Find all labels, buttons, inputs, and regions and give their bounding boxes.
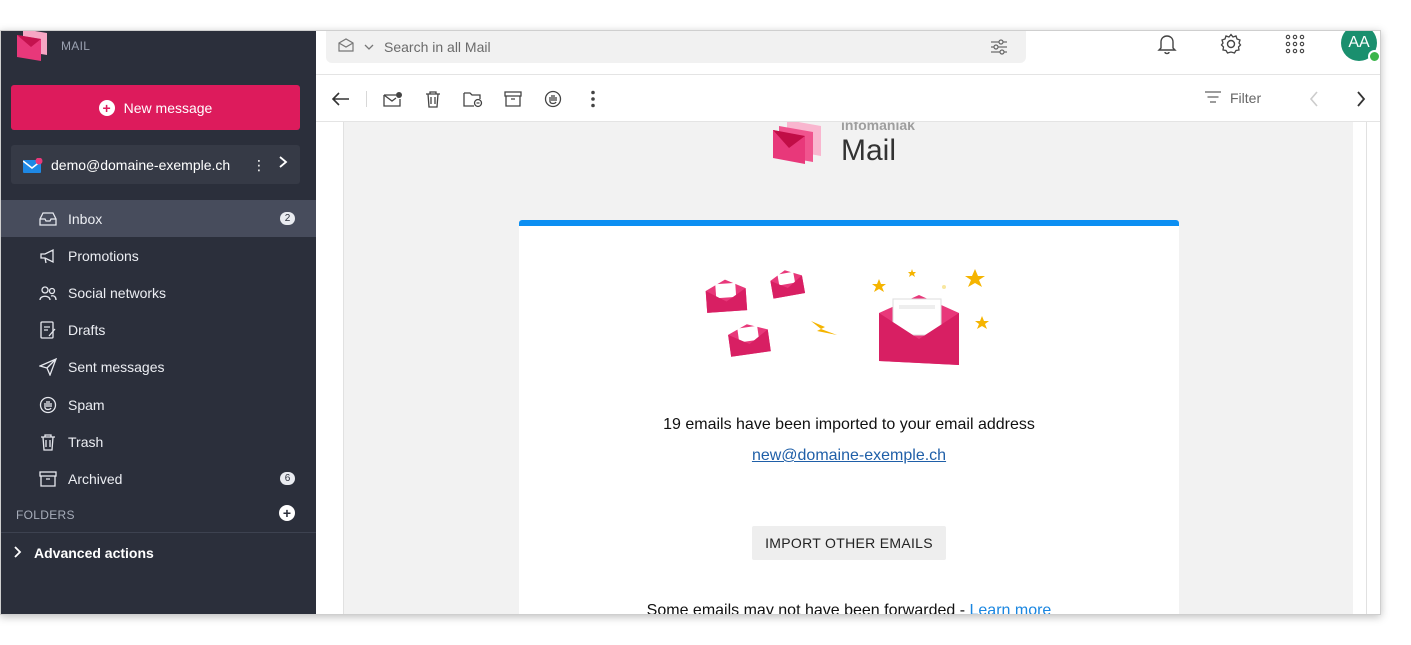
learn-more-link[interactable]: Learn more (970, 602, 1052, 614)
chevron-down-icon[interactable] (364, 38, 374, 56)
envelope-notification-icon (22, 157, 43, 173)
sidebar-item-archived[interactable]: Archived 6 (1, 460, 316, 497)
plus-icon: + (98, 99, 115, 116)
mail-app-window: infomaniak MAIL + New message demo@domai… (0, 30, 1381, 615)
sidebar-item-social-networks[interactable]: Social networks (1, 274, 316, 311)
filter-label: Filter (1230, 90, 1262, 106)
sidebar-item-label: Promotions (68, 247, 139, 264)
sidebar-item-label: Drafts (68, 322, 106, 339)
more-vertical-icon[interactable] (582, 88, 604, 110)
sidebar-item-promotions[interactable]: Promotions (1, 237, 316, 274)
mailbox-scope-icon[interactable] (338, 37, 356, 57)
message-toolbar: Filter (316, 75, 1380, 122)
filter-button[interactable]: Filter (1204, 90, 1261, 106)
search-filters-icon[interactable] (990, 39, 1008, 60)
megaphone-icon (38, 246, 58, 266)
archived-count-badge: 6 (280, 472, 295, 486)
sidebar-divider (1, 532, 316, 533)
sidebar-item-label: Sent messages (68, 359, 165, 376)
next-message-icon[interactable] (1350, 88, 1372, 110)
email-company: infomaniak (841, 122, 915, 133)
archive-icon[interactable] (502, 88, 524, 110)
emails-imported-illustration-icon (699, 269, 999, 384)
filter-lines-icon (1204, 90, 1222, 106)
import-confirmation-card: 19 emails have been imported to your ema… (519, 220, 1179, 615)
new-message-label: New message (123, 99, 213, 116)
user-initials: AA (1348, 34, 1370, 51)
apps-grid-icon[interactable] (1282, 31, 1308, 57)
account-email: demo@domaine-exemple.ch (51, 156, 231, 173)
sidebar-item-drafts[interactable]: Drafts (1, 312, 316, 349)
scrollbar[interactable] (1366, 122, 1367, 614)
message-view: infomaniak Mail 19 emails have been impo… (316, 122, 1380, 615)
sidebar-item-label: Social networks (68, 284, 167, 301)
import-message: 19 emails have been imported to your ema… (663, 416, 1035, 433)
folders-heading: FOLDERS (16, 508, 75, 522)
search-input[interactable]: Search in all Mail (384, 39, 491, 55)
folder-nav: Inbox 2 Promotions Social networks Draft… (1, 200, 316, 498)
gear-icon[interactable] (1218, 31, 1244, 57)
bell-icon[interactable] (1154, 31, 1180, 57)
inbox-icon (38, 209, 58, 229)
top-bar: Search in all Mail AA (316, 31, 1380, 75)
unread-count-badge: 2 (280, 212, 295, 225)
brand-name: infomaniak (61, 31, 135, 33)
sidebar-item-label: Spam (68, 396, 105, 413)
sidebar-item-spam[interactable]: Spam (1, 386, 316, 423)
trash-icon (38, 432, 58, 452)
more-vertical-icon[interactable]: ⋮ (252, 157, 266, 174)
spam-hand-icon[interactable] (542, 88, 564, 110)
advanced-actions-label: Advanced actions (34, 545, 154, 561)
previous-message-icon[interactable] (1303, 88, 1325, 110)
user-avatar[interactable]: AA (1341, 31, 1380, 63)
forward-note-text: Some emails may not have been forwarded … (646, 602, 970, 615)
sidebar-item-inbox[interactable]: Inbox 2 (1, 200, 316, 238)
brand[interactable]: infomaniak MAIL (13, 31, 135, 63)
chevron-right-icon (14, 545, 22, 561)
spam-hand-icon (38, 395, 58, 415)
email-brand: infomaniak Mail (771, 122, 915, 169)
brand-product: MAIL (61, 39, 91, 53)
email-body: infomaniak Mail 19 emails have been impo… (343, 122, 1353, 615)
mark-unread-icon[interactable] (382, 88, 404, 110)
sidebar-item-label: Inbox (68, 210, 103, 227)
sidebar-item-sent-messages[interactable]: Sent messages (1, 349, 316, 386)
archive-icon (38, 469, 58, 489)
new-message-button[interactable]: + New message (11, 85, 300, 130)
forward-note: Some emails may not have been forwarded … (519, 602, 1179, 615)
account-selector[interactable]: demo@domaine-exemple.ch ⋮ (11, 145, 300, 184)
toolbar-divider (366, 91, 367, 107)
add-folder-button[interactable]: + (279, 505, 295, 521)
trash-icon[interactable] (422, 88, 444, 110)
back-arrow-icon[interactable] (330, 88, 352, 110)
people-icon (38, 283, 58, 303)
chevron-right-icon[interactable] (278, 155, 288, 172)
infomaniak-mail-logo-icon (771, 122, 823, 169)
sidebar: infomaniak MAIL + New message demo@domai… (1, 31, 316, 614)
move-to-folder-icon[interactable] (462, 88, 484, 110)
imported-address-link[interactable]: new@domaine-exemple.ch (519, 447, 1179, 465)
infomaniak-logo-icon (13, 31, 49, 63)
advanced-actions-toggle[interactable]: Advanced actions (14, 545, 154, 561)
search-bar[interactable]: Search in all Mail (326, 31, 1026, 63)
online-status-icon (1368, 50, 1380, 63)
import-other-emails-button[interactable]: IMPORT OTHER EMAILS (752, 526, 946, 560)
send-icon (38, 357, 58, 377)
sidebar-item-label: Trash (68, 433, 104, 450)
email-product: Mail (841, 133, 897, 167)
sidebar-item-trash[interactable]: Trash (1, 423, 316, 460)
sidebar-item-label: Archived (68, 470, 123, 487)
draft-icon (38, 320, 58, 340)
